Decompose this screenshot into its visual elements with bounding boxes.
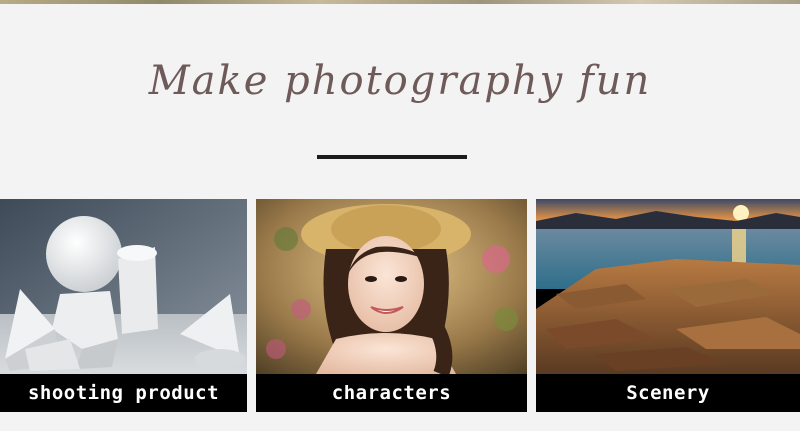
- category-card-characters[interactable]: characters: [256, 199, 527, 412]
- card-caption: Scenery: [626, 382, 710, 404]
- category-card-scenery[interactable]: Scenery: [536, 199, 800, 412]
- portrait-photo: [256, 199, 527, 374]
- bottom-spacer: [0, 412, 800, 431]
- top-banner-strip: [0, 0, 800, 4]
- page-headline: Make photography fun: [148, 58, 652, 104]
- scenery-photo: [536, 199, 800, 374]
- card-caption: characters: [331, 382, 452, 404]
- caption-bar: characters: [256, 374, 527, 412]
- caption-bar: Scenery: [536, 374, 800, 412]
- product-photo: [0, 199, 247, 374]
- headline-divider: [317, 155, 467, 159]
- caption-bar: shooting product: [0, 374, 247, 412]
- category-card-shooting-product[interactable]: shooting product: [0, 199, 247, 412]
- card-caption: shooting product: [27, 382, 220, 404]
